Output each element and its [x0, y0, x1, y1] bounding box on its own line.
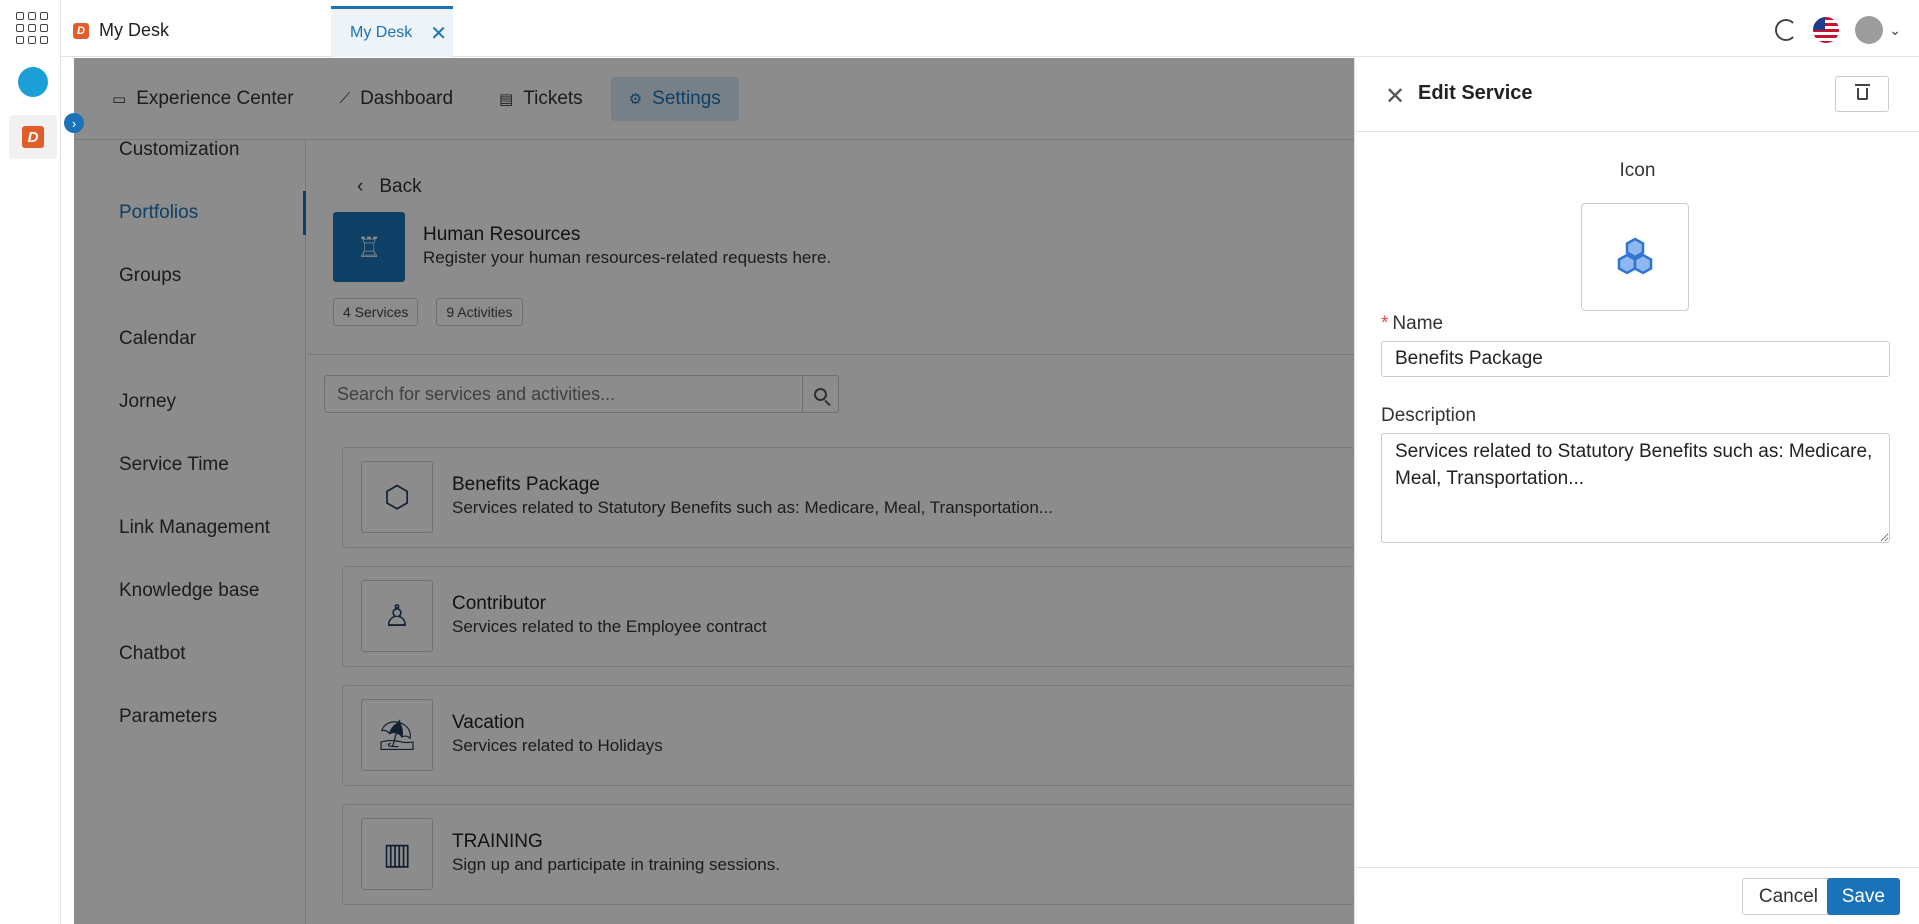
- icon-label: Icon: [1619, 160, 1656, 181]
- tab-label: My Desk: [350, 24, 413, 41]
- left-rail: D: [6, 0, 61, 924]
- edit-service-drawer: ✕ Edit Service Icon *Name Description Se…: [1354, 58, 1919, 924]
- user-avatar-icon: [1855, 16, 1884, 44]
- chevron-down-icon: ⌄: [1889, 21, 1901, 38]
- name-label: * Name: [1381, 313, 1443, 335]
- save-button[interactable]: Save: [1826, 878, 1900, 915]
- profile-icon[interactable]: [18, 67, 48, 97]
- us-flag-icon[interactable]: [1813, 17, 1840, 43]
- trash-icon: [1854, 84, 1870, 100]
- required-marker: *: [1381, 313, 1389, 334]
- description-field[interactable]: Services related to Statutory Benefits s…: [1381, 433, 1890, 543]
- user-menu[interactable]: ⌄: [1855, 16, 1901, 44]
- description-label: Description: [1381, 405, 1477, 426]
- hexagons-icon: [1617, 237, 1653, 275]
- cancel-button[interactable]: Cancel: [1741, 878, 1835, 915]
- close-tab-icon[interactable]: ✕: [430, 21, 447, 46]
- close-icon[interactable]: ✕: [1385, 82, 1405, 111]
- app-title-text: My Desk: [99, 20, 170, 40]
- name-label-text: Name: [1392, 313, 1444, 334]
- app-logo-icon: D: [73, 22, 89, 39]
- top-bar: D My Desk My Desk ✕ ⌄: [61, 0, 1919, 57]
- tab-my-desk[interactable]: My Desk ✕: [331, 6, 453, 57]
- expand-sidebar-icon[interactable]: ›: [64, 113, 84, 133]
- drawer-footer: Cancel Save: [1355, 867, 1919, 924]
- drawer-header: ✕ Edit Service: [1355, 58, 1919, 132]
- drawer-title: Edit Service: [1418, 82, 1533, 104]
- refresh-icon[interactable]: [1775, 19, 1798, 41]
- icon-picker[interactable]: [1581, 203, 1689, 311]
- modal-overlay[interactable]: [74, 58, 1354, 924]
- apps-grid-icon[interactable]: [16, 12, 48, 44]
- delete-button[interactable]: [1835, 76, 1889, 112]
- name-field[interactable]: [1381, 341, 1890, 377]
- app-title: D My Desk: [73, 20, 169, 41]
- mydesk-app-icon[interactable]: D: [9, 115, 57, 159]
